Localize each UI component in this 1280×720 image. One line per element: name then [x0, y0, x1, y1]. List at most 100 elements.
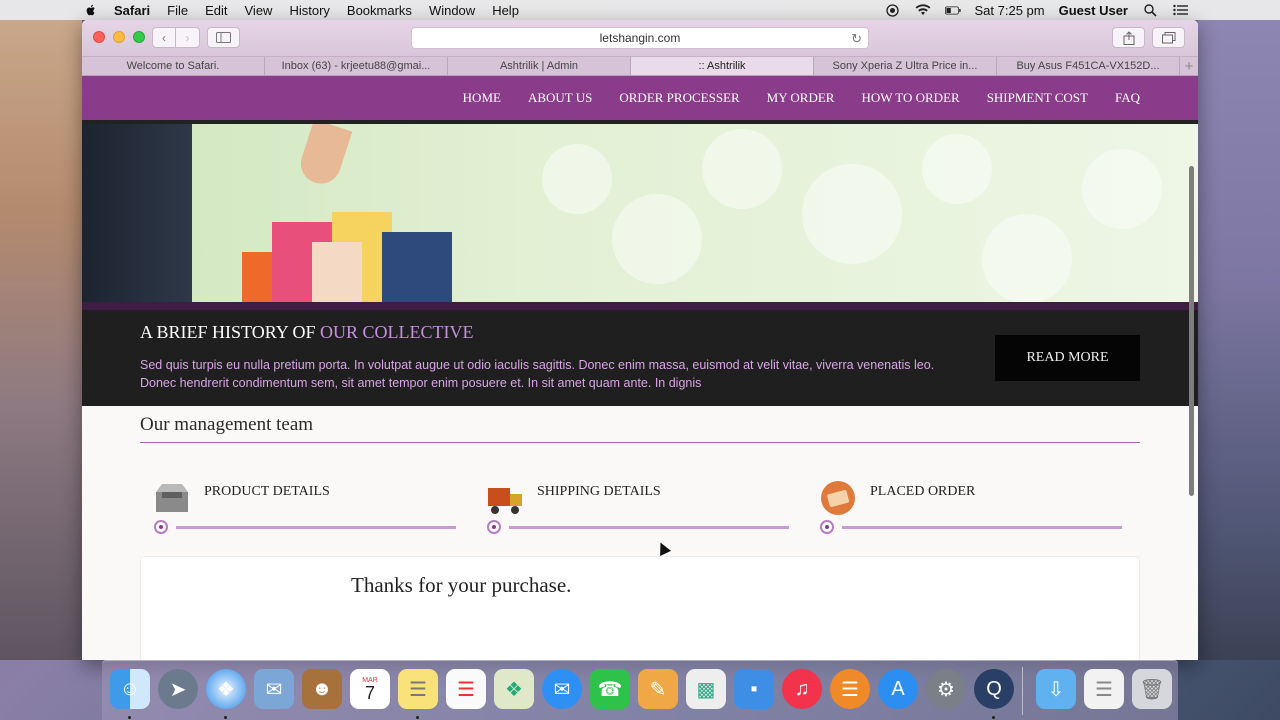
itunes-icon[interactable]: ♫ [782, 669, 822, 709]
banner-divider [82, 302, 1198, 310]
tab-admin[interactable]: Ashtrilik | Admin [448, 57, 631, 75]
mail-icon[interactable]: ✉ [254, 669, 294, 709]
downloads-folder-icon[interactable]: ⇩ [1036, 669, 1076, 709]
team-title: Our management team [140, 414, 314, 435]
nav-how-to-order[interactable]: HOW TO ORDER [861, 90, 959, 106]
desktop-wallpaper-right [1198, 20, 1280, 660]
history-body: Sed quis turpis eu nulla pretium porta. … [140, 358, 935, 390]
tab-inbox[interactable]: Inbox (63) - krjeetu88@gmai... [265, 57, 448, 75]
ibooks-icon[interactable]: ☰ [830, 669, 870, 709]
address-bar-url: letshangin.com [599, 31, 681, 45]
chevron-left-icon: ‹ [162, 30, 166, 45]
finder-icon[interactable]: ☺ [110, 669, 150, 709]
pages-icon[interactable]: ✎ [638, 669, 678, 709]
calendar-icon[interactable]: MAR 7 [350, 669, 390, 709]
messages-icon[interactable]: ✉ [542, 669, 582, 709]
history-section: A BRIEF HISTORY OF OUR COLLECTIVE Sed qu… [82, 310, 1198, 406]
numbers-icon[interactable]: ▩ [686, 669, 726, 709]
nav-about-us[interactable]: ABOUT US [528, 90, 592, 106]
app-store-icon[interactable]: A [878, 669, 918, 709]
nav-faq[interactable]: FAQ [1115, 90, 1140, 106]
tab-sony[interactable]: Sony Xperia Z Ultra Price in... [814, 57, 997, 75]
shopper-silhouette [82, 124, 192, 302]
sidebar-toggle-button[interactable] [207, 27, 240, 48]
payment-card-icon [821, 481, 855, 515]
minimize-window-button[interactable] [113, 31, 125, 43]
facetime-icon[interactable]: ☎ [590, 669, 630, 709]
window-controls [93, 31, 145, 43]
nav-my-order[interactable]: MY ORDER [767, 90, 835, 106]
menu-view[interactable]: View [245, 3, 273, 18]
step-shipping-details-label: SHIPPING DETAILS [537, 484, 661, 499]
contacts-icon[interactable]: ☻ [302, 669, 342, 709]
nav-order-processer[interactable]: ORDER PROCESSER [619, 90, 739, 106]
site-nav: HOME ABOUT US ORDER PROCESSER MY ORDER H… [82, 76, 1198, 120]
read-more-button[interactable]: READ MORE [995, 335, 1140, 381]
hero-banner-image [82, 124, 1198, 302]
safari-window: ‹ › letshangin.com ↻ Welcome to Safari. … [82, 20, 1198, 660]
close-window-button[interactable] [93, 31, 105, 43]
notification-center-icon[interactable] [1172, 3, 1188, 17]
menu-bookmarks[interactable]: Bookmarks [347, 3, 412, 18]
step-placed-order-dot [820, 520, 834, 534]
team-title-rule [140, 442, 1140, 443]
menu-app-name[interactable]: Safari [114, 3, 150, 18]
spotlight-search-icon[interactable] [1142, 3, 1158, 17]
forward-button[interactable]: › [176, 27, 200, 48]
battery-icon[interactable] [944, 3, 961, 17]
safari-icon[interactable]: ❖ [206, 669, 246, 709]
trash-icon[interactable]: 🗑 [1132, 669, 1172, 709]
step-product-details-bar [176, 526, 456, 529]
step-shipping-details-dot [487, 520, 501, 534]
keynote-icon[interactable]: ▪ [734, 669, 774, 709]
menu-file[interactable]: File [167, 3, 188, 18]
menu-help[interactable]: Help [492, 3, 519, 18]
reload-icon[interactable]: ↻ [851, 31, 862, 47]
step-placed-order-bar [842, 526, 1122, 529]
shopper-hand [295, 124, 353, 189]
page-scrollbar[interactable] [1189, 166, 1194, 496]
notes-icon[interactable]: ☰ [398, 669, 438, 709]
tab-welcome[interactable]: Welcome to Safari. [82, 57, 265, 75]
step-product-details-label: PRODUCT DETAILS [204, 484, 330, 499]
reminders-icon[interactable]: ☰ [446, 669, 486, 709]
quicktime-icon[interactable]: Q [974, 669, 1014, 709]
toolbar: ‹ › letshangin.com ↻ [82, 20, 1198, 56]
dock: ☺ ➤ ❖ ✉ ☻ MAR 7 ☰ ☰ ❖ ✉ ☎ ✎ ▩ ▪ ♫ ☰ A ⚙ … [102, 660, 1178, 720]
tab-bar: Welcome to Safari. Inbox (63) - krjeetu8… [82, 56, 1198, 76]
truck-icon [488, 488, 522, 514]
share-button[interactable] [1112, 27, 1145, 48]
history-title-plain: A BRIEF HISTORY OF [140, 322, 316, 342]
thanks-message: Thanks for your purchase. [351, 573, 572, 597]
web-page: HOME ABOUT US ORDER PROCESSER MY ORDER H… [82, 76, 1198, 660]
back-button[interactable]: ‹ [152, 27, 176, 48]
menu-history[interactable]: History [289, 3, 329, 18]
launchpad-icon[interactable]: ➤ [158, 669, 198, 709]
tab-asus[interactable]: Buy Asus F451CA-VX152D... [997, 57, 1180, 75]
wifi-icon[interactable] [915, 3, 931, 17]
menu-clock[interactable]: Sat 7:25 pm [975, 3, 1045, 18]
history-title: A BRIEF HISTORY OF OUR COLLECTIVE [140, 322, 474, 343]
step-placed-order-label: PLACED ORDER [870, 484, 976, 499]
step-shipping-details-bar [509, 526, 789, 529]
apple-menu-icon[interactable] [84, 3, 98, 17]
chevron-right-icon: › [185, 30, 190, 45]
menu-window[interactable]: Window [429, 3, 475, 18]
maps-icon[interactable]: ❖ [494, 669, 534, 709]
record-icon[interactable] [885, 3, 901, 17]
tabs-icon [1161, 31, 1175, 43]
tab-overview-button[interactable] [1152, 27, 1185, 48]
sidebar-icon [216, 32, 231, 43]
menu-edit[interactable]: Edit [205, 3, 227, 18]
zoom-window-button[interactable] [133, 31, 145, 43]
documents-stack-icon[interactable]: ☰ [1084, 669, 1124, 709]
tab-ashtrilik-active[interactable]: :: Ashtrilik [631, 57, 814, 75]
system-preferences-icon[interactable]: ⚙ [926, 669, 966, 709]
step-product-details-dot [154, 520, 168, 534]
new-tab-button[interactable]: + [1180, 57, 1198, 75]
nav-home[interactable]: HOME [463, 90, 501, 106]
menu-user[interactable]: Guest User [1059, 3, 1128, 18]
history-title-accent: OUR COLLECTIVE [320, 322, 474, 342]
address-bar[interactable]: letshangin.com ↻ [411, 27, 869, 49]
nav-shipment-cost[interactable]: SHIPMENT COST [987, 90, 1088, 106]
